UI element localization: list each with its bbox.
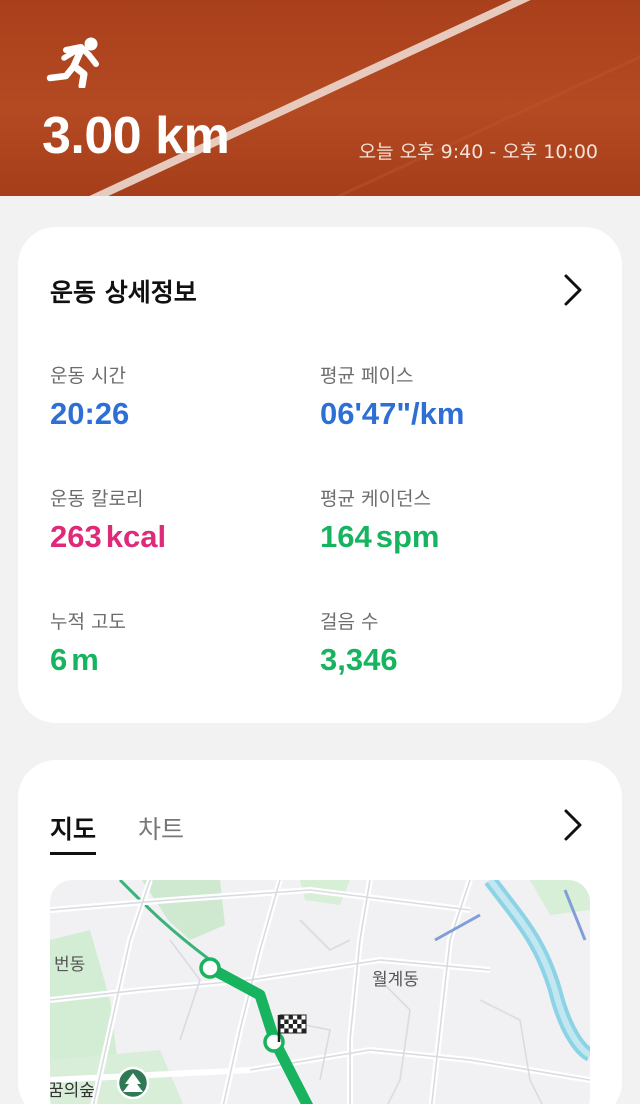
- metric-cadence: 평균 케이던스 164 spm: [320, 484, 439, 555]
- metric-duration: 운동 시간 20:26: [50, 361, 129, 432]
- metric-value-wrapper: 263 kcal: [50, 519, 166, 555]
- metric-value-wrapper: 6m: [50, 642, 126, 678]
- park-area: [142, 880, 225, 940]
- metric-label: 운동 칼로리: [50, 488, 144, 510]
- chevron-right-icon[interactable]: [562, 808, 584, 842]
- park-tree-icon: [116, 1066, 150, 1100]
- details-title: 운동 상세정보: [50, 278, 197, 307]
- map-label-park: 꿈의숲: [50, 1081, 95, 1101]
- workout-time-range: 오늘 오후 9:40 - 오후 10:00: [358, 141, 598, 163]
- metric-pace: 평균 페이스 06'47"/km: [320, 361, 464, 432]
- tab-chart[interactable]: 차트: [138, 810, 184, 846]
- track-lane-lines: [89, 0, 640, 196]
- tab-map[interactable]: 지도: [50, 810, 97, 855]
- route-map[interactable]: 번동 월계동 꿈의숲: [50, 880, 590, 1104]
- metric-value: 06'47"/km: [320, 396, 465, 431]
- metric-value: 6: [50, 642, 68, 677]
- park-area: [530, 880, 590, 915]
- metric-value: 3,346: [320, 642, 398, 677]
- metric-value: 164: [320, 519, 372, 554]
- metric-label: 운동 시간: [50, 365, 126, 387]
- route-card: 지도 차트 번동 월계동 꿈의숲: [18, 760, 622, 1104]
- map-label-district: 번동: [54, 955, 86, 975]
- route-end-marker: [263, 1031, 285, 1053]
- map-canvas: [50, 880, 590, 1104]
- metric-unit: spm: [375, 519, 440, 554]
- metric-value: 20:26: [50, 396, 130, 431]
- metric-value: 263: [50, 519, 102, 554]
- workout-details-card[interactable]: 운동 상세정보 운동 시간 20:26 평균 페이스 06'47"/km 운동 …: [18, 227, 622, 723]
- metric-label: 누적 고도: [50, 611, 126, 633]
- metric-calories: 운동 칼로리 263 kcal: [50, 484, 166, 555]
- metric-label: 평균 페이스: [320, 365, 414, 387]
- metric-elevation: 누적 고도 6m: [50, 607, 126, 678]
- metric-steps: 걸음 수 3,346: [320, 607, 398, 678]
- workout-header: 3.00 km 오늘 오후 9:40 - 오후 10:00: [0, 0, 640, 196]
- route-start-marker: [199, 957, 221, 979]
- metric-label: 평균 케이던스: [320, 488, 431, 510]
- map-label-district: 월계동: [372, 970, 419, 990]
- metric-value-wrapper: 164 spm: [320, 519, 439, 555]
- chevron-right-icon[interactable]: [562, 273, 584, 307]
- metric-label: 걸음 수: [320, 611, 379, 633]
- metric-unit: m: [71, 642, 99, 677]
- running-person-icon: [46, 37, 99, 88]
- metric-unit: kcal: [105, 519, 167, 554]
- distance-value: 3.00 km: [42, 107, 230, 165]
